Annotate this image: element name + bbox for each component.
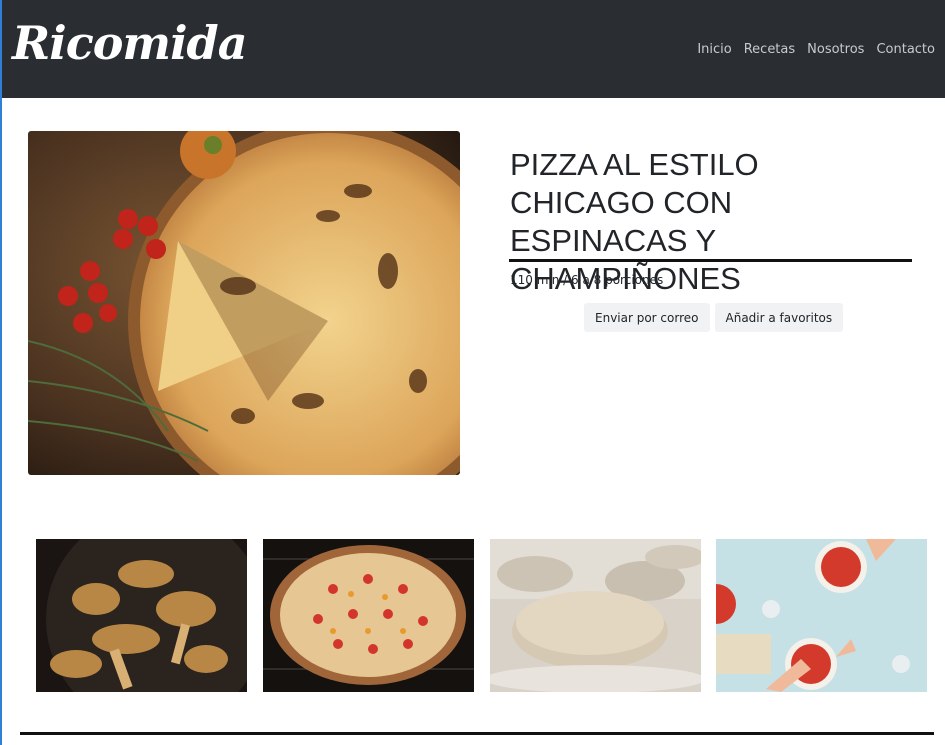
recipe-actions: Enviar por correo Añadir a favoritos bbox=[584, 303, 844, 332]
gallery-image-mushrooms[interactable] bbox=[36, 539, 247, 692]
gallery-image-pizza[interactable] bbox=[263, 539, 474, 692]
nav-link-contacto[interactable]: Contacto bbox=[876, 42, 935, 57]
bottom-divider bbox=[20, 732, 934, 735]
brand-logo[interactable]: Ricomida bbox=[12, 16, 248, 70]
email-recipe-button[interactable]: Enviar por correo bbox=[584, 303, 710, 332]
add-favorite-button[interactable]: Añadir a favoritos bbox=[714, 303, 844, 332]
gallery-image-pizza-prep[interactable] bbox=[716, 539, 927, 692]
gallery-image-dough[interactable] bbox=[490, 539, 701, 692]
title-divider bbox=[509, 259, 912, 262]
nav-link-inicio[interactable]: Inicio bbox=[697, 42, 731, 57]
navbar: Ricomida Inicio Recetas Nosotros Contact… bbox=[2, 0, 945, 98]
recipe-meta: 110 min / 6 a 8 porciones bbox=[510, 273, 664, 287]
main-nav: Inicio Recetas Nosotros Contacto bbox=[697, 42, 935, 57]
nav-link-recetas[interactable]: Recetas bbox=[744, 42, 795, 57]
recipe-hero-image bbox=[28, 131, 460, 475]
nav-link-nosotros[interactable]: Nosotros bbox=[807, 42, 864, 57]
